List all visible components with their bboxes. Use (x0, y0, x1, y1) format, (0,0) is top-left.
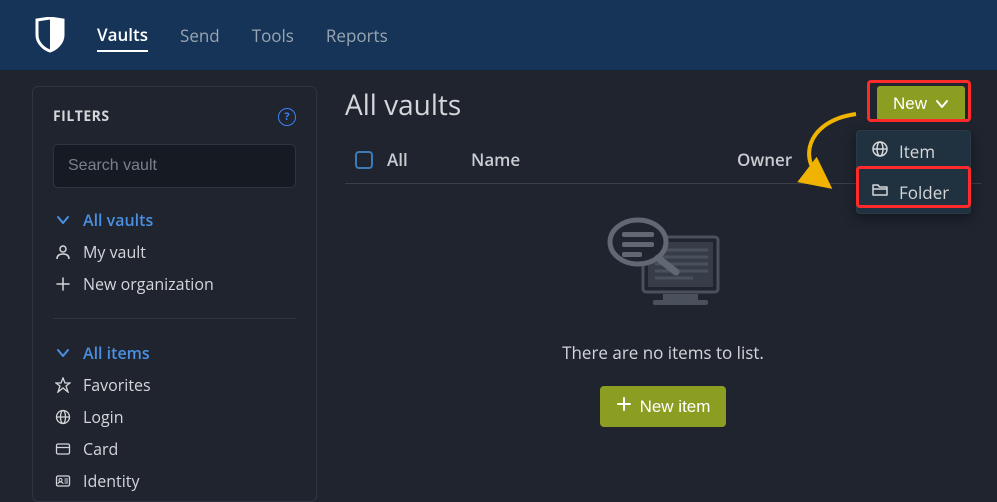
chevron-down-icon (53, 213, 73, 227)
dropdown-item-item[interactable]: Item (857, 131, 970, 172)
sidebar-identity[interactable]: Identity (53, 465, 296, 497)
select-all-checkbox[interactable] (355, 151, 373, 169)
plus-icon (53, 277, 73, 291)
card-icon (53, 441, 73, 457)
sidebar-item-label: My vault (83, 241, 146, 263)
chevron-down-icon (935, 94, 949, 114)
dropdown-item-folder[interactable]: Folder (857, 172, 970, 213)
empty-text: There are no items to list. (562, 341, 764, 364)
sidebar-secure-note[interactable]: Secure note (53, 497, 296, 502)
plus-icon (616, 396, 632, 417)
sidebar-item-label: Card (83, 438, 118, 460)
search-input[interactable] (53, 144, 296, 188)
globe-icon (53, 409, 73, 425)
star-icon (53, 377, 73, 393)
user-icon (53, 244, 73, 260)
nav-tools[interactable]: Tools (252, 20, 294, 51)
sidebar-item-label: Favorites (83, 374, 151, 396)
new-item-label: New item (640, 397, 711, 417)
sidebar-item-label: Identity (83, 470, 140, 492)
sidebar: FILTERS ? All vaults My vault Ne (32, 86, 317, 502)
top-nav: Vaults Send Tools Reports (0, 0, 997, 70)
column-all[interactable]: All (387, 148, 408, 171)
new-button-label: New (893, 94, 927, 114)
sidebar-item-label: Login (83, 406, 124, 428)
shield-logo-icon (35, 17, 65, 53)
filters-title: FILTERS (53, 107, 110, 126)
sidebar-card[interactable]: Card (53, 433, 296, 465)
new-dropdown: Item Folder (856, 130, 971, 214)
nav-reports[interactable]: Reports (326, 20, 388, 51)
new-item-button[interactable]: New item (600, 386, 727, 427)
main-content: All vaults New Item Folder (345, 86, 981, 502)
dropdown-item-label: Folder (899, 181, 949, 204)
sidebar-favorites[interactable]: Favorites (53, 369, 296, 401)
new-button[interactable]: New (877, 86, 965, 122)
dropdown-item-label: Item (899, 140, 935, 163)
column-name[interactable]: Name (471, 148, 711, 171)
sidebar-item-label: New organization (83, 273, 214, 295)
column-owner[interactable]: Owner (737, 148, 837, 171)
sidebar-my-vault[interactable]: My vault (53, 236, 296, 268)
nav-send[interactable]: Send (180, 20, 220, 51)
folder-icon (871, 181, 889, 204)
sidebar-item-label: All vaults (83, 209, 153, 231)
sidebar-new-org[interactable]: New organization (53, 268, 296, 300)
nav-vaults[interactable]: Vaults (97, 19, 148, 52)
help-icon[interactable]: ? (278, 108, 296, 126)
sidebar-all-vaults[interactable]: All vaults (53, 204, 296, 236)
id-icon (53, 473, 73, 489)
sidebar-item-label: All items (83, 342, 150, 364)
globe-icon (871, 140, 889, 163)
empty-state: There are no items to list. New item (345, 202, 981, 427)
chevron-down-icon (53, 346, 73, 360)
sidebar-all-items[interactable]: All items (53, 337, 296, 369)
sidebar-login[interactable]: Login (53, 401, 296, 433)
divider (53, 318, 296, 319)
empty-illustration-icon (588, 202, 738, 327)
